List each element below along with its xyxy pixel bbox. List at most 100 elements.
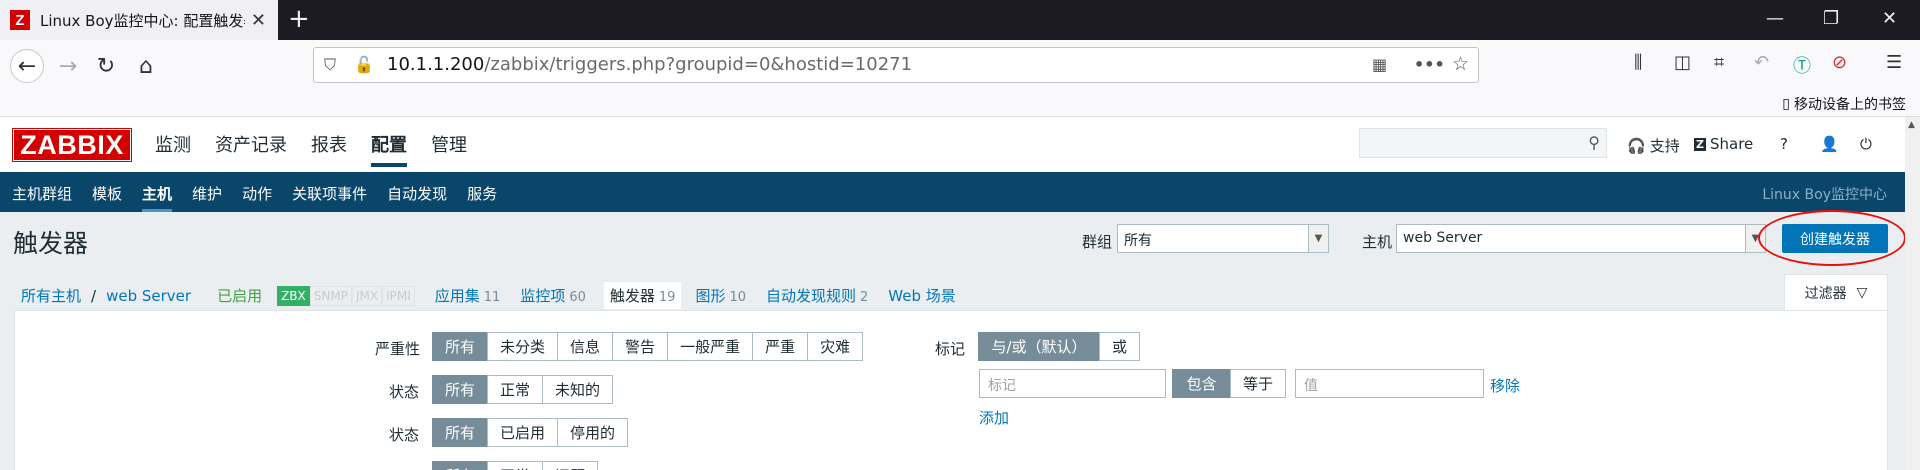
- tag-value-input[interactable]: 值: [1295, 369, 1484, 398]
- tags-mode-and-or[interactable]: 与/或（默认）: [978, 332, 1100, 361]
- block-icon[interactable]: ⊘: [1832, 52, 1847, 73]
- submenu-discovery[interactable]: 自动发现: [387, 183, 447, 212]
- support-link[interactable]: 🎧 支持: [1627, 135, 1680, 156]
- operator-equals[interactable]: 等于: [1230, 369, 1287, 398]
- insecure-lock-icon[interactable]: 🔓: [354, 55, 374, 74]
- value-problem[interactable]: 问题: [542, 461, 599, 470]
- group-select[interactable]: 所有 ▼: [1117, 224, 1329, 253]
- menu-reports[interactable]: 报表: [311, 131, 347, 167]
- browser-tab[interactable]: Z Linux Boy监控中心: 配置触发器 ✕: [0, 0, 278, 40]
- add-tag-link[interactable]: 添加: [979, 407, 1009, 428]
- web-scenarios-link[interactable]: Web 场景: [888, 285, 955, 306]
- severity-disaster[interactable]: 灾难: [807, 332, 864, 361]
- mobile-bookmarks-label: 移动设备上的书签: [1794, 97, 1906, 113]
- severity-not-classified[interactable]: 未分类: [487, 332, 559, 361]
- zabbix-logo[interactable]: ZABBIX: [12, 128, 132, 162]
- state-all[interactable]: 所有: [432, 375, 489, 404]
- forward-arrow-icon[interactable]: →: [52, 50, 84, 82]
- severity-all[interactable]: 所有: [432, 332, 489, 361]
- bookmark-star-icon[interactable]: ☆: [1452, 53, 1469, 75]
- search-input[interactable]: ⚲: [1359, 128, 1607, 158]
- menu-monitoring[interactable]: 监测: [155, 131, 191, 167]
- tags-mode-or[interactable]: 或: [1099, 332, 1141, 361]
- tag-operator-segmented: 包含 等于: [1172, 369, 1287, 398]
- extension-icon[interactable]: Ⓣ: [1793, 52, 1811, 78]
- mobile-bookmarks[interactable]: ▯ 移动设备上的书签: [1782, 94, 1906, 114]
- undo-icon[interactable]: ↶: [1754, 52, 1769, 73]
- items-link[interactable]: 监控项 60: [520, 285, 586, 306]
- sub-menu: 主机群组 模板 主机 维护 动作 关联项事件 自动发现 服务 Linux Boy…: [0, 172, 1905, 212]
- menu-administration[interactable]: 管理: [431, 131, 467, 167]
- submenu-actions[interactable]: 动作: [242, 183, 272, 212]
- value-all[interactable]: 所有: [432, 461, 489, 470]
- submenu-hosts[interactable]: 主机: [142, 183, 173, 212]
- menu-icon[interactable]: ☰: [1886, 52, 1902, 73]
- reload-icon[interactable]: ↻: [90, 50, 122, 82]
- page-title: 触发器: [13, 229, 89, 258]
- url-text: 10.1.1.200/zabbix/triggers.php?groupid=0…: [387, 54, 913, 75]
- applications-link[interactable]: 应用集 11: [435, 285, 501, 306]
- host-link[interactable]: web Server: [106, 287, 191, 305]
- value-ok[interactable]: 正常: [487, 461, 544, 470]
- zbx-badge: ZBX: [277, 285, 310, 306]
- tab-close-icon[interactable]: ✕: [251, 10, 266, 31]
- library-icon[interactable]: ⫼: [1634, 52, 1642, 73]
- operator-contains[interactable]: 包含: [1172, 369, 1231, 398]
- sidebar-icon[interactable]: ◫: [1674, 52, 1691, 73]
- scroll-up-icon[interactable]: ▲: [1908, 120, 1915, 130]
- host-status[interactable]: 已启用: [217, 285, 262, 306]
- status-all[interactable]: 所有: [432, 418, 489, 447]
- create-trigger-button[interactable]: 创建触发器: [1782, 224, 1888, 253]
- menu-configuration[interactable]: 配置: [371, 131, 407, 167]
- severity-high[interactable]: 严重: [752, 332, 809, 361]
- vertical-scrollbar[interactable]: ▲: [1905, 117, 1920, 470]
- triggers-link[interactable]: 触发器 19: [603, 282, 682, 309]
- browser-nav-bar: ← → ↻ ⌂ ⛉ 🔓 10.1.1.200/zabbix/triggers.p…: [0, 40, 1920, 90]
- all-hosts-link[interactable]: 所有主机: [21, 285, 81, 306]
- state-unknown[interactable]: 未知的: [542, 375, 614, 404]
- screenshot-icon[interactable]: ⌗: [1714, 52, 1724, 73]
- restore-icon[interactable]: ❐: [1823, 8, 1839, 29]
- severity-label: 严重性: [375, 340, 421, 358]
- qr-code-icon[interactable]: ▦: [1372, 55, 1387, 74]
- filter-tab[interactable]: 过滤器 ▽: [1784, 274, 1888, 310]
- minimize-icon[interactable]: —: [1766, 8, 1784, 29]
- back-arrow-icon[interactable]: ←: [10, 49, 44, 83]
- submenu-host-groups[interactable]: 主机群组: [12, 183, 72, 212]
- severity-warning[interactable]: 警告: [612, 332, 669, 361]
- server-name: Linux Boy监控中心: [1762, 187, 1887, 203]
- new-tab-icon[interactable]: +: [288, 6, 310, 32]
- status-enabled[interactable]: 已启用: [487, 418, 559, 447]
- page: Z Linux Boy监控中心: 配置触发器 ✕ + — ❐ ✕ ← → ↻ ⌂…: [0, 0, 1920, 470]
- help-icon[interactable]: ?: [1780, 135, 1788, 153]
- host-select[interactable]: web Server ▼: [1396, 224, 1766, 253]
- shield-icon[interactable]: ⛉: [324, 55, 336, 75]
- menu-inventory[interactable]: 资产记录: [215, 131, 287, 167]
- support-label: 支持: [1649, 137, 1680, 155]
- state-normal[interactable]: 正常: [487, 375, 544, 404]
- logout-icon[interactable]: ⏻: [1860, 135, 1872, 153]
- submenu-maintenance[interactable]: 维护: [192, 183, 222, 212]
- share-label: Share: [1709, 135, 1754, 153]
- discovery-rules-link[interactable]: 自动发现规则 2: [766, 285, 868, 306]
- severity-information[interactable]: 信息: [557, 332, 614, 361]
- url-bar[interactable]: ⛉ 🔓 10.1.1.200/zabbix/triggers.php?group…: [313, 47, 1479, 83]
- more-actions-icon[interactable]: •••: [1414, 55, 1445, 74]
- user-profile-icon[interactable]: 👤: [1820, 135, 1839, 153]
- remove-tag-link[interactable]: 移除: [1490, 375, 1520, 396]
- severity-segmented: 所有 未分类 信息 警告 一般严重 严重 灾难: [432, 332, 864, 361]
- share-link[interactable]: Z Share: [1694, 135, 1753, 153]
- window-close-icon[interactable]: ✕: [1882, 8, 1897, 29]
- graphs-link[interactable]: 图形 10: [695, 285, 746, 306]
- search-icon[interactable]: ⚲: [1588, 133, 1600, 152]
- status-label: 状态: [389, 426, 420, 444]
- submenu-templates[interactable]: 模板: [92, 183, 122, 212]
- top-menu: 监测 资产记录 报表 配置 管理: [155, 131, 467, 167]
- status-disabled[interactable]: 停用的: [557, 418, 629, 447]
- submenu-event-correlation[interactable]: 关联项事件: [292, 183, 367, 212]
- snmp-badge: SNMP: [309, 285, 352, 306]
- submenu-services[interactable]: 服务: [467, 183, 497, 212]
- home-icon[interactable]: ⌂: [130, 50, 162, 82]
- severity-average[interactable]: 一般严重: [667, 332, 754, 361]
- tag-name-input[interactable]: 标记: [979, 369, 1166, 398]
